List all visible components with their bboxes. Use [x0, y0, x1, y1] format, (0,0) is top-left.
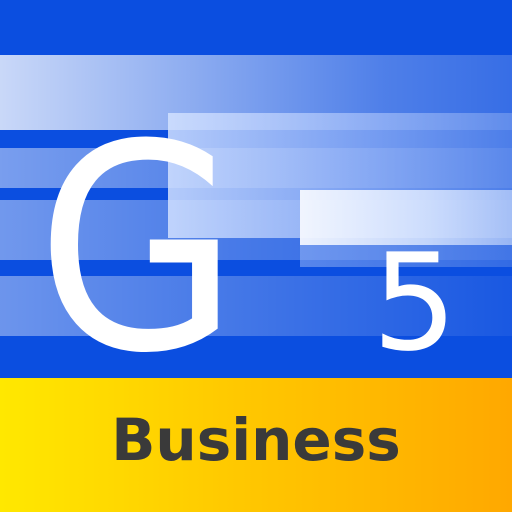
blue-panel: G 5: [0, 0, 512, 378]
version-number: 5: [372, 225, 458, 378]
logo-letter: G: [36, 84, 239, 379]
edition-label: Business: [111, 406, 401, 474]
yellow-panel: Business: [0, 378, 512, 512]
app-icon[interactable]: G 5 Business: [0, 0, 512, 512]
